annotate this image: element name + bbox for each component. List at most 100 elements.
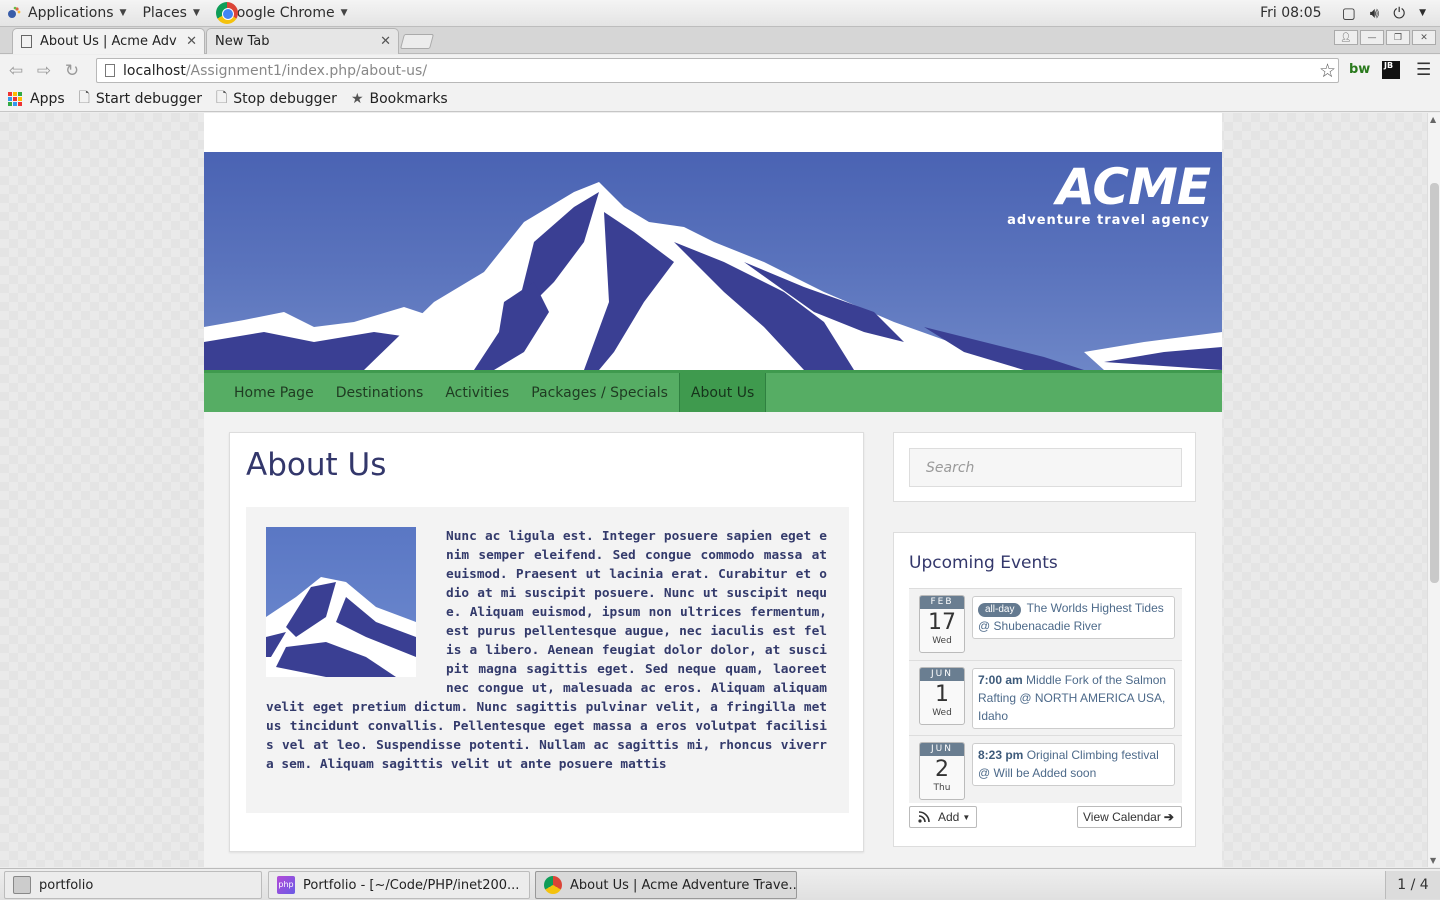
site-wrapper: ACME adventure travel agency Home Page D…	[204, 113, 1222, 867]
bookmark-label: Apps	[30, 90, 65, 107]
places-menu[interactable]: Places ▼	[136, 0, 209, 27]
main-navigation: Home Page Destinations Activities Packag…	[204, 370, 1222, 412]
url-host: localhost	[123, 62, 186, 79]
event-details[interactable]: 8:23 pm Original Climbing festival @ Wil…	[972, 743, 1175, 786]
event-day: 17	[928, 610, 956, 635]
active-app-menu[interactable]: Google Chrome ▼	[210, 0, 358, 27]
power-icon[interactable]: ⏻	[1393, 4, 1405, 22]
view-calendar-label: View Calendar	[1083, 810, 1161, 824]
scrollbar-thumb[interactable]	[1430, 183, 1439, 583]
logo-word: ACME	[1056, 158, 1211, 216]
restore-button[interactable]: ❐	[1386, 30, 1410, 45]
minimize-button[interactable]: —	[1360, 30, 1384, 45]
nav-home-page[interactable]: Home Page	[223, 373, 325, 412]
chrome-icon	[544, 876, 562, 894]
date-badge: FEB 17 Wed	[919, 595, 965, 653]
task-portfolio[interactable]: portfolio	[4, 871, 262, 899]
bookmarks-bar: Apps 🗋 Start debugger 🗋 Stop debugger ★ …	[0, 86, 1440, 112]
event-weekday: Thu	[933, 783, 951, 793]
close-icon[interactable]: ✕	[380, 34, 391, 49]
window-icon[interactable]: ▢	[1342, 4, 1356, 22]
logo-tagline: adventure travel agency	[1007, 213, 1210, 228]
chrome-icon	[215, 2, 238, 24]
tab-new-tab[interactable]: New Tab ✕	[206, 28, 399, 54]
workspace-indicator[interactable]: 1 / 4	[1385, 871, 1440, 899]
search-input[interactable]	[909, 448, 1182, 487]
jb-extension-icon[interactable]: JB	[1382, 61, 1400, 79]
view-calendar-button[interactable]: View Calendar ➔	[1077, 806, 1182, 828]
tab-title: About Us | Acme Adv	[40, 34, 177, 49]
page-icon: 🗋	[78, 89, 90, 106]
reload-button[interactable]: ↻	[60, 61, 84, 81]
bookmark-stop-debugger[interactable]: 🗋 Stop debugger	[210, 87, 343, 111]
tab-strip: About Us | Acme Adv ✕ New Tab ✕ 👤︎ — ❐ ✕	[0, 27, 1440, 54]
back-button[interactable]: ⇦	[4, 61, 28, 81]
event-weekday: Wed	[932, 708, 952, 718]
rss-icon	[918, 811, 930, 823]
event-month: FEB	[920, 596, 964, 609]
hamburger-menu-icon[interactable]: ☰	[1416, 60, 1431, 80]
browser-toolbar: ⇦ ⇨ ↻ localhost/Assignment1/index.php/ab…	[0, 55, 1440, 86]
mountain-thumbnail	[266, 527, 416, 677]
bookmark-bookmarks[interactable]: ★ Bookmarks	[345, 91, 454, 107]
event-details[interactable]: all-day The Worlds Highest Tides @ Shube…	[972, 596, 1175, 639]
volume-icon[interactable]: 🔊︎	[1370, 4, 1379, 22]
add-events-button[interactable]: Add ▼	[909, 806, 977, 828]
event-details[interactable]: 7:00 am Middle Fork of the Salmon Raftin…	[972, 668, 1175, 729]
nav-packages-specials[interactable]: Packages / Specials	[520, 373, 679, 412]
page-icon	[21, 35, 32, 48]
page-title: About Us	[246, 447, 387, 483]
address-bar[interactable]: localhost/Assignment1/index.php/about-us…	[96, 58, 1339, 83]
task-chrome[interactable]: About Us | Acme Adventure Trave...	[535, 871, 797, 899]
scroll-down-icon[interactable]: ▼	[1430, 856, 1436, 865]
article-body: Nunc ac ligula est. Integer posuere sapi…	[246, 507, 849, 813]
scroll-up-icon[interactable]: ▲	[1430, 115, 1436, 124]
page-scrollbar[interactable]: ▲ ▼	[1427, 113, 1440, 867]
gnome-foot-icon	[6, 5, 22, 21]
bottom-taskbar: portfolio php Portfolio - [~/Code/PHP/in…	[0, 868, 1440, 900]
arrow-right-icon: ➔	[1163, 810, 1174, 824]
close-window-button[interactable]: ✕	[1412, 30, 1436, 45]
event-month: JUN	[920, 668, 964, 681]
page-viewport: ACME adventure travel agency Home Page D…	[0, 113, 1427, 867]
chevron-down-icon[interactable]: ▼	[1419, 8, 1426, 18]
caret-down-icon: ▼	[962, 812, 971, 822]
bookmark-label: Bookmarks	[369, 90, 448, 107]
tab-about-us[interactable]: About Us | Acme Adv ✕	[12, 28, 205, 54]
nav-about-us[interactable]: About Us	[678, 373, 767, 412]
bookmark-label: Stop debugger	[233, 90, 337, 107]
acme-logo[interactable]: ACME adventure travel agency	[1007, 158, 1211, 228]
nav-destinations[interactable]: Destinations	[325, 373, 435, 412]
all-day-badge: all-day	[978, 603, 1022, 617]
event-row[interactable]: JUN 1 Wed 7:00 am Middle Fork of the Sal…	[909, 660, 1182, 735]
url-path: /Assignment1/index.php/about-us/	[185, 62, 428, 79]
bookmark-start-debugger[interactable]: 🗋 Start debugger	[73, 87, 208, 111]
content-card: About Us Nunc ac ligula est. Integer pos…	[229, 432, 864, 852]
date-badge: JUN 1 Wed	[919, 667, 965, 725]
page-icon	[105, 64, 115, 77]
event-row[interactable]: JUN 2 Thu 8:23 pm Original Climbing fest…	[909, 735, 1182, 803]
add-label: Add	[938, 810, 960, 824]
bw-extension-icon[interactable]: bw	[1349, 62, 1370, 77]
event-row[interactable]: FEB 17 Wed all-day The Worlds Highest Ti…	[909, 588, 1182, 660]
bookmark-star-icon[interactable]: ☆	[1319, 60, 1336, 82]
forward-button[interactable]: ⇨	[32, 61, 56, 81]
active-app-label: Google Chrome	[225, 5, 335, 21]
applications-menu[interactable]: Applications ▼	[0, 0, 136, 27]
page-icon: 🗋	[215, 89, 228, 106]
task-label: Portfolio - [~/Code/PHP/inet200...	[303, 877, 520, 893]
search-widget	[893, 432, 1196, 502]
date-badge: JUN 2 Thu	[919, 742, 965, 800]
profile-icon[interactable]: 👤︎	[1334, 30, 1358, 45]
bookmark-apps[interactable]: Apps	[2, 91, 71, 107]
event-day: 2	[935, 757, 949, 782]
task-label: portfolio	[39, 877, 94, 893]
event-day: 1	[935, 682, 949, 707]
new-tab-button[interactable]	[399, 34, 435, 49]
bookmark-label: Start debugger	[95, 90, 202, 107]
task-phpstorm[interactable]: php Portfolio - [~/Code/PHP/inet200...	[268, 871, 530, 899]
clock[interactable]: Fri 08:05	[1260, 5, 1321, 21]
close-icon[interactable]: ✕	[186, 34, 197, 49]
nav-activities[interactable]: Activities	[434, 373, 520, 412]
header-banner: ACME adventure travel agency	[204, 152, 1222, 370]
